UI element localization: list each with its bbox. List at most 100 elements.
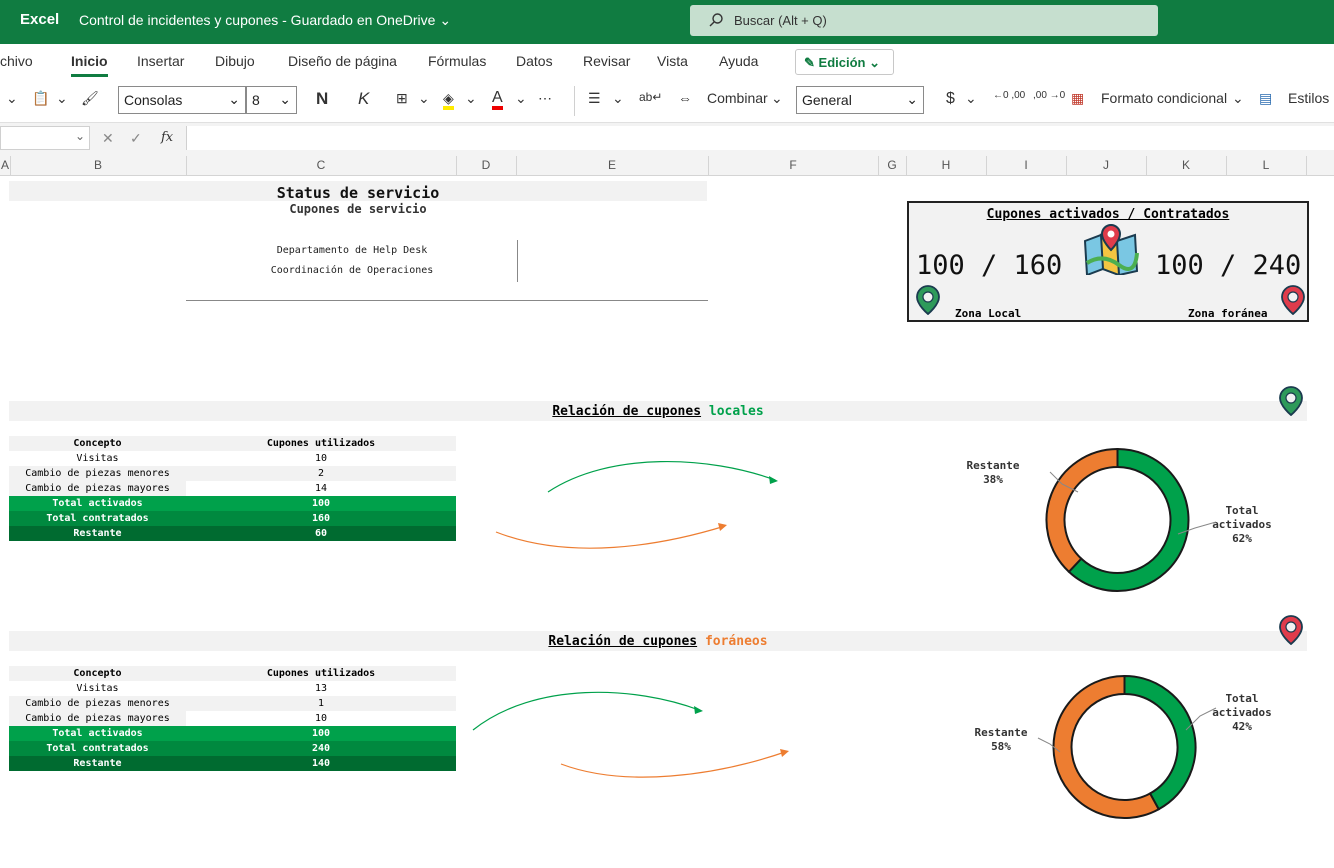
table-row[interactable]: Cambio de piezas mayores 10 [9,711,456,726]
table-row[interactable]: Cambio de piezas menores 2 [9,466,456,481]
divider [517,240,518,282]
column-header[interactable]: D [456,158,516,172]
paste-icon[interactable]: 📋 [32,90,49,107]
column-header[interactable]: B [10,158,186,172]
row-value: 240 [311,743,331,754]
italic-button[interactable]: K [358,89,369,109]
column-header[interactable]: A [0,158,10,172]
column-header[interactable]: K [1146,158,1226,172]
chevron-down-icon[interactable]: ⌄ [1232,90,1244,107]
table-row[interactable]: Cambio de piezas menores 1 [9,696,456,711]
tab-formulas[interactable]: Fórmulas [428,53,486,69]
chevron-down-icon[interactable]: ⌄ [6,90,18,107]
fx-icon[interactable]: fx [161,130,173,145]
table-row-total[interactable]: Total contratados 160 [9,511,456,526]
table-row[interactable]: Visitas 10 [9,451,456,466]
row-concept: Cambio de piezas mayores [9,481,186,496]
column-header[interactable]: F [708,158,878,172]
column-header[interactable]: E [516,158,708,172]
chevron-down-icon[interactable]: ⌄ [965,90,977,107]
decrease-decimal-icon[interactable]: ←0 ,00 [993,90,1025,101]
font-color-icon[interactable]: A [492,90,503,110]
table-row-total[interactable]: Total activados 100 [9,726,456,741]
font-value: Consolas [124,92,183,108]
tab-vista[interactable]: Vista [657,53,688,69]
document-title[interactable]: Control de incidentes y cupones - Guarda… [79,12,451,29]
ribbon-toolbar: ⌄ 📋 ⌄ 🖌 Consolas ⌄ 8 ⌄ N K ⊞ ⌄ ◈ ⌄ A ⌄ ⋯ ☰… [0,80,1334,122]
wrap-text-icon[interactable]: ab↵ [639,90,662,104]
chevron-down-icon[interactable]: ⌄ [515,90,527,107]
font-size-select[interactable]: 8 ⌄ [246,86,297,114]
format-painter-icon[interactable]: 🖌 [81,90,99,107]
row-concept: Total contratados [46,743,149,754]
align-icon[interactable]: ☰ [588,90,601,107]
edicion-button[interactable]: ✎ Edición ⌄ [795,49,894,75]
tab-ayuda[interactable]: Ayuda [719,53,758,69]
table-row[interactable]: Visitas 13 [9,681,456,696]
font-select[interactable]: Consolas ⌄ [118,86,246,114]
label-pct: 38% [983,473,1003,486]
column-header[interactable]: L [1226,158,1306,172]
chevron-down-icon[interactable]: ⌄ [418,90,430,107]
summary-card: Cupones activados / Contratados 100 / 16… [907,201,1309,322]
tab-revisar[interactable]: Revisar [583,53,630,69]
tab-dibujo[interactable]: Dibujo [215,53,255,69]
local-section-header: Relación de cupones locales [9,401,1307,421]
table-row-total[interactable]: Restante 60 [9,526,456,541]
tab-archivo[interactable]: chivo [0,53,33,69]
merge-icon[interactable]: ⇔ [678,90,692,106]
chevron-down-icon[interactable]: ⌄ [56,90,68,107]
dept-label: Departamento de Help Desk [276,245,428,256]
table-row-total[interactable]: Restante 140 [9,756,456,771]
more-icon[interactable]: ⋯ [538,90,552,107]
tab-insertar[interactable]: Insertar [137,53,184,69]
column-header[interactable]: G [878,158,906,172]
column-header[interactable]: H [906,158,986,172]
tab-diseno-pagina[interactable]: Diseño de página [288,53,397,69]
table-header: Concepto Cupones utilizados [9,436,456,451]
tab-datos[interactable]: Datos [516,53,553,69]
column-header[interactable]: I [986,158,1066,172]
local-value: 100 / 160 [916,250,1063,281]
tab-inicio[interactable]: Inicio [71,53,108,77]
table-row[interactable]: Cambio de piezas mayores 14 [9,481,456,496]
borders-icon[interactable]: ⊞ [396,90,408,107]
row-value: 10 [314,713,328,724]
increase-decimal-icon[interactable]: ,00 →0 [1033,90,1065,101]
row-value: 140 [311,758,331,769]
card-title: Cupones activados / Contratados [986,207,1230,222]
app-name[interactable]: Excel [20,11,59,28]
conditional-format-icon[interactable]: ▦ [1071,90,1084,107]
search-placeholder: Buscar (Alt + Q) [734,13,827,28]
name-box[interactable]: ⌄ [0,126,90,150]
local-zone-label: Zona Local [955,307,1022,320]
page-title: Status de servicio [276,184,440,202]
local-restante-label: Restante 38% [958,459,1028,487]
foreign-pin-icon [1281,285,1305,315]
search-box[interactable]: Buscar (Alt + Q) [690,5,1158,36]
local-heading-text: Relación de cupones [552,404,702,419]
combinar-button[interactable]: Combinar [707,90,768,106]
row-concept: Total activados [52,728,143,739]
chevron-down-icon[interactable]: ⌄ [612,90,624,107]
number-format-select[interactable]: General ⌄ [796,86,924,114]
table-row-total[interactable]: Total activados 100 [9,496,456,511]
number-format-value: General [802,92,852,108]
formula-input[interactable] [186,126,1334,150]
worksheet[interactable]: Status de servicio Cupones de servicio D… [0,176,1334,868]
confirm-icon[interactable]: ✓ [130,130,142,147]
row-value: 60 [314,528,328,539]
column-header[interactable]: C [186,158,456,172]
formato-condicional-button[interactable]: Formato condicional [1101,90,1227,106]
chevron-down-icon: ⌄ [279,91,291,107]
bold-button[interactable]: N [316,89,328,109]
fill-color-icon[interactable]: ◈ [443,90,454,110]
table-row-total[interactable]: Total contratados 240 [9,741,456,756]
currency-button[interactable]: $ [946,90,955,108]
styles-icon[interactable]: ▤ [1259,90,1272,107]
chevron-down-icon[interactable]: ⌄ [465,90,477,107]
estilos-button[interactable]: Estilos [1288,90,1329,106]
chevron-down-icon[interactable]: ⌄ [771,90,783,107]
cancel-icon[interactable]: ✕ [102,130,114,147]
column-header[interactable]: J [1066,158,1146,172]
